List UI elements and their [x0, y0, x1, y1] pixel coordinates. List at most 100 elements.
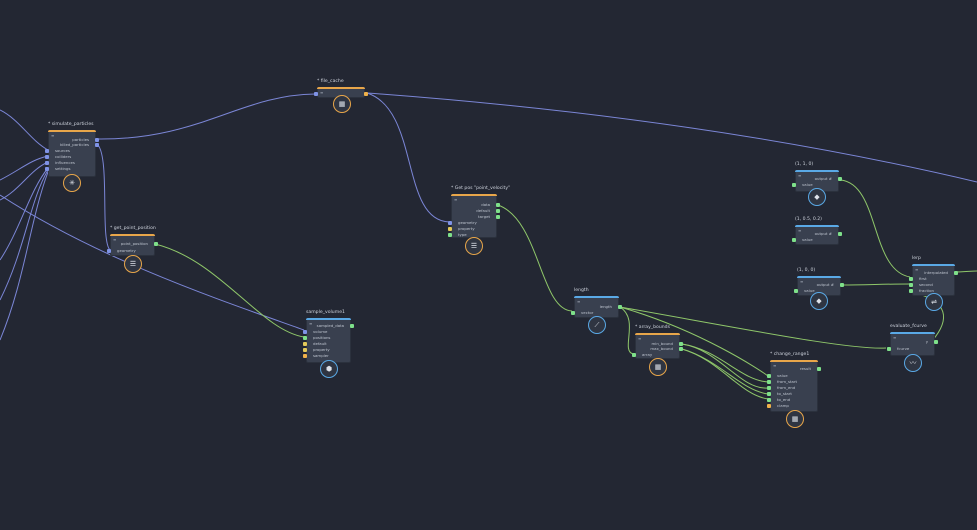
port-property[interactable]: property	[313, 347, 330, 352]
node-menu-icon[interactable]: ≡	[893, 335, 896, 340]
port-to-end[interactable]: to_end	[777, 397, 790, 402]
node-menu-icon[interactable]: ≡	[773, 363, 776, 368]
node-sample-volume[interactable]: sample_volume1 ≡ sampled_data volume pos…	[303, 310, 354, 378]
port-from-end[interactable]: from_end	[777, 385, 795, 390]
node-menu-icon[interactable]: ≡	[454, 197, 457, 202]
socket-out[interactable]	[934, 340, 938, 344]
port-influences[interactable]: influences	[55, 160, 75, 165]
socket-in[interactable]	[303, 330, 307, 334]
node-file-cache[interactable]: * file_cache ≡ ▦	[314, 79, 368, 113]
port-geometry[interactable]: geometry	[117, 248, 136, 253]
port-interpolated[interactable]: interpolated	[924, 270, 948, 275]
socket-out[interactable]	[840, 283, 844, 287]
socket-in[interactable]	[45, 149, 49, 153]
node-evaluate-fcurve[interactable]: evaluate_fcurve ≡ y fcurve 〰	[887, 324, 938, 372]
port-output[interactable]: output #	[815, 231, 832, 236]
node-get-point-position[interactable]: * get_point_position ≡ point_position ge…	[107, 226, 158, 273]
port-value[interactable]: value	[804, 288, 815, 293]
node-simulate-particles[interactable]: * simulate_particles ≡ particles killed_…	[45, 122, 99, 192]
socket-out[interactable]	[496, 215, 500, 219]
node-menu-icon[interactable]: ≡	[51, 133, 54, 138]
node-menu-icon[interactable]: ≡	[915, 267, 918, 272]
socket-in[interactable]	[767, 398, 771, 402]
port-sampler[interactable]: sampler	[313, 353, 329, 358]
socket-out[interactable]	[817, 367, 821, 371]
node-length[interactable]: length ≡ length vector ⟋	[571, 288, 622, 334]
socket-in[interactable]	[632, 353, 636, 357]
port-point-position[interactable]: point_position	[121, 241, 148, 246]
port-vector[interactable]: vector	[581, 310, 593, 315]
port-property[interactable]: property	[458, 226, 475, 231]
node-array-bounds[interactable]: * array_bounds ≡ min_bound max_bound arr…	[632, 325, 683, 376]
port-data[interactable]: data	[481, 202, 490, 207]
socket-in[interactable]	[767, 386, 771, 390]
port-array[interactable]: array	[642, 352, 652, 357]
socket-out[interactable]	[618, 305, 622, 309]
port-y[interactable]: y	[926, 339, 928, 344]
socket-in[interactable]	[303, 342, 307, 346]
socket-out[interactable]	[496, 209, 500, 213]
socket-out[interactable]	[95, 143, 99, 147]
port-killed-particles[interactable]: killed_particles	[60, 142, 89, 147]
socket-in[interactable]	[571, 311, 575, 315]
socket-in[interactable]	[887, 347, 891, 351]
node-lerp[interactable]: lerp ≡ interpolated first second fractio…	[909, 256, 958, 311]
socket-in[interactable]	[909, 289, 913, 293]
socket-in[interactable]	[448, 221, 452, 225]
socket-in[interactable]	[107, 249, 111, 253]
socket-in[interactable]	[792, 183, 796, 187]
node-constant-1-1-0[interactable]: (1, 1, 0) ≡ output # value ◆	[792, 162, 842, 206]
socket-out[interactable]	[679, 347, 683, 351]
socket-in[interactable]	[314, 92, 318, 96]
socket-out[interactable]	[364, 92, 368, 96]
port-result[interactable]: result	[800, 366, 811, 371]
port-length[interactable]: length	[600, 304, 612, 309]
socket-in[interactable]	[303, 354, 307, 358]
port-output[interactable]: output #	[815, 176, 832, 181]
port-second[interactable]: second	[919, 282, 933, 287]
socket-in[interactable]	[303, 336, 307, 340]
node-get-point-velocity[interactable]: * Get pos "point_velocity" ≡ data defaul…	[448, 186, 510, 255]
port-positions[interactable]: positions	[313, 335, 330, 340]
node-menu-icon[interactable]: ≡	[798, 173, 801, 178]
port-value[interactable]: value	[802, 182, 813, 187]
socket-in[interactable]	[45, 155, 49, 159]
socket-in[interactable]	[767, 404, 771, 408]
socket-out[interactable]	[679, 342, 683, 346]
port-output[interactable]: output #	[817, 282, 834, 287]
socket-out[interactable]	[838, 177, 842, 181]
socket-in[interactable]	[45, 161, 49, 165]
socket-in[interactable]	[448, 227, 452, 231]
port-target[interactable]: target	[478, 214, 490, 219]
node-menu-icon[interactable]: ≡	[113, 237, 116, 242]
socket-out[interactable]	[496, 203, 500, 207]
node-menu-icon[interactable]: ≡	[309, 321, 312, 326]
port-from-start[interactable]: from_start	[777, 379, 797, 384]
socket-in[interactable]	[303, 348, 307, 352]
port-sources[interactable]: sources	[55, 148, 70, 153]
port-geometry[interactable]: geometry	[458, 220, 477, 225]
socket-in[interactable]	[792, 238, 796, 242]
socket-in[interactable]	[767, 374, 771, 378]
socket-in[interactable]	[767, 392, 771, 396]
socket-out[interactable]	[350, 324, 354, 328]
port-to-start[interactable]: to_start	[777, 391, 792, 396]
port-settings[interactable]: settings	[55, 166, 71, 171]
port-value[interactable]: value	[802, 237, 813, 242]
port-colliders[interactable]: colliders	[55, 154, 71, 159]
node-change-range[interactable]: * change_range1 ≡ result value from_star…	[767, 352, 821, 428]
node-constant-1-0-0[interactable]: (1, 0, 0) ≡ output # value ◆	[794, 268, 844, 310]
port-volume[interactable]: volume	[313, 329, 327, 334]
node-menu-icon[interactable]: ≡	[800, 279, 803, 284]
node-menu-icon[interactable]: ≡	[638, 336, 641, 341]
port-type[interactable]: type	[458, 232, 467, 237]
port-max-bound[interactable]: max_bound	[650, 346, 673, 351]
port-default[interactable]: default	[313, 341, 327, 346]
socket-in[interactable]	[909, 277, 913, 281]
socket-in[interactable]	[909, 283, 913, 287]
socket-out[interactable]	[954, 271, 958, 275]
socket-out[interactable]	[838, 232, 842, 236]
port-sampled-data[interactable]: sampled_data	[317, 323, 344, 328]
node-menu-icon[interactable]: ≡	[798, 228, 801, 233]
socket-out[interactable]	[95, 138, 99, 142]
